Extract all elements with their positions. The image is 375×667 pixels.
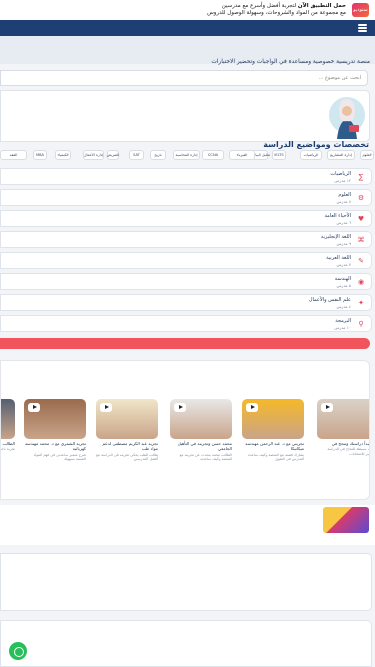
app-banner-bold: حمل التطبيق الآن	[297, 3, 346, 10]
subject-row[interactable]: ⚙ العلوم ٨ مدرس	[0, 189, 372, 206]
app-logo: ستوديو	[352, 3, 369, 17]
video-title: تجربتي مع د. عبد الرحمن مهندسة ميكانيكا	[245, 441, 304, 452]
subject-chip[interactable]: CCNA	[202, 150, 224, 160]
video-description: يشارك قصته مع المنصة وكيف ساعده المدرس ف…	[248, 452, 304, 462]
subject-chip[interactable]: العلوم	[360, 150, 374, 160]
video-card[interactable]: تجربتي مع د. عبد الرحمن مهندسة ميكانيكا ي…	[242, 399, 304, 462]
navbar	[0, 20, 375, 36]
subject-icon: ♥	[357, 215, 365, 223]
search-input[interactable]: ابحث عن موضوع ...	[0, 70, 368, 86]
subject-icon: ⚙	[357, 194, 365, 202]
video-description: تجربة ناجحة ومفيدة للغاية	[1, 447, 15, 452]
video-description: خطوات بسيطة للنجاح في الدراسة والتحضير ل…	[327, 447, 369, 456]
video-title: تجربة الشمري مع د. محمد مهندسة كهربائية	[24, 441, 86, 452]
subject-name: علم النفس والأعمال	[308, 297, 351, 303]
subject-row[interactable]: ∑ الرياضيات ١٢ مدرس	[0, 168, 372, 185]
subject-count: ٥ مدرس	[336, 283, 351, 288]
banner-image	[323, 507, 369, 533]
subject-icon: ⚲	[358, 320, 364, 328]
video-card[interactable]: تجربة الشمري مع د. محمد مهندسة كهربائية ش…	[24, 399, 86, 462]
subject-name: الهندسة	[334, 276, 351, 282]
subject-chip[interactable]: الكيمياء	[55, 150, 71, 160]
subject-count: ٤ مدرس	[336, 304, 351, 309]
secondary-banner	[0, 505, 375, 545]
subject-chip[interactable]: MBA	[33, 150, 47, 160]
video-description: الطالب محمد يتحدث عن تجربته مع المنصة وك…	[179, 452, 232, 462]
video-thumbnail[interactable]	[1, 399, 15, 439]
subject-chips: العلوم إدارة المشاريع الرياضيات IELTS تحليل …	[0, 150, 375, 162]
play-icon[interactable]	[321, 403, 333, 412]
app-banner-line1: لتجربة أفضل وأسرع مع مدرسين	[221, 3, 298, 10]
subject-count: ٩ مدرس	[336, 241, 351, 246]
subjects-section-title: تخصصات ومواضيع الدراسة	[263, 140, 369, 149]
video-title: محمد حسن وتجربته في التأهيل الجامعي	[177, 441, 232, 452]
subject-icon: ✎	[358, 257, 364, 265]
subject-count: ١٢ مدرس	[334, 178, 351, 183]
play-icon[interactable]	[246, 403, 258, 412]
subject-count: ١٠ مدرس	[334, 325, 351, 330]
subject-row[interactable]: ◉ الهندسة ٥ مدرس	[0, 273, 372, 290]
subject-row[interactable]: ⚲ البرمجة ١٠ مدرس	[0, 315, 372, 332]
app-banner-text: حمل التطبيق الآن لتجربة أفضل وأسرع مع مد…	[207, 3, 346, 16]
subject-chip[interactable]: IELTS	[272, 150, 286, 160]
cta-bar[interactable]	[0, 338, 370, 349]
video-title: كيف تبدأ دراستك وتنجح في	[331, 441, 370, 446]
subject-chip[interactable]: SAT	[129, 150, 144, 160]
whatsapp-icon[interactable]	[9, 642, 27, 660]
subject-row[interactable]: ✎ اللغة العربية ٧ مدرس	[0, 252, 372, 269]
subject-row[interactable]: ⌘ اللغة الإنجليزية ٩ مدرس	[0, 231, 372, 248]
subject-chip[interactable]: التمريض	[107, 150, 119, 160]
subject-chip[interactable]: إدارة المشاريع	[327, 150, 355, 160]
subject-name: الأحياء العامة	[324, 213, 351, 219]
video-thumbnail[interactable]	[242, 399, 304, 439]
video-thumbnail[interactable]	[96, 399, 158, 439]
subject-count: ٧ مدرس	[336, 262, 351, 267]
student-illustration	[329, 97, 365, 139]
content-card-2	[0, 620, 372, 667]
subject-icon: ⌘	[357, 236, 365, 244]
subject-chip[interactable]: إدارة الأعمال	[83, 150, 104, 160]
subject-icon: ✦	[358, 299, 364, 307]
subject-row[interactable]: ✦ علم النفس والأعمال ٤ مدرس	[0, 294, 372, 311]
subject-name: اللغة الإنجليزية	[320, 234, 351, 240]
subject-name: البرمجة	[335, 318, 351, 324]
video-thumbnail[interactable]	[317, 399, 369, 439]
hero-subtitle: منصة تدريسية خصوصية ومساعدة في الواجبات …	[211, 59, 370, 65]
play-icon[interactable]	[28, 403, 40, 412]
subject-icon: ∑	[358, 173, 364, 181]
play-icon[interactable]	[100, 403, 112, 412]
subject-icon: ◉	[357, 278, 365, 286]
testimonial-carousel: كيف تبدأ دراستك وتنجح فيخطوات بسيطة للنج…	[0, 360, 370, 500]
content-card	[0, 553, 372, 611]
subject-row[interactable]: ♥ الأحياء العامة ٦ مدرس	[0, 210, 372, 227]
video-title: تجربة عبد الكريم مصطفى لدعم مواد طب	[102, 441, 158, 452]
app-download-banner[interactable]: ستوديو حمل التطبيق الآن لتجربة أفضل وأسر…	[0, 0, 375, 20]
promo-card	[0, 90, 370, 142]
video-card[interactable]: الطالب يشارك تجربته معتجربة ناجحة ومفيدة…	[1, 399, 15, 452]
video-description: طالب الطب يحكي تجربته في الدراسة مع أفضل…	[96, 452, 158, 462]
subject-chip[interactable]: الفقه	[0, 150, 27, 160]
app-banner-line2: مع مجموعة من المواد والشروحات، وسهولة ال…	[207, 10, 346, 16]
video-title: الطالب يشارك تجربته مع	[1, 441, 15, 446]
subject-chip[interactable]: تاريخ	[150, 150, 166, 160]
video-thumbnail[interactable]	[24, 399, 86, 439]
subject-count: ٦ مدرس	[336, 220, 351, 225]
subject-count: ٨ مدرس	[336, 199, 351, 204]
subject-name: الرياضيات	[330, 171, 351, 177]
subject-chip[interactable]: الرياضيات	[300, 150, 322, 160]
video-description: شرح متميز ساعدني في فهم المواد الصعبة بس…	[33, 452, 86, 462]
subject-name: العلوم	[338, 192, 351, 198]
video-card[interactable]: كيف تبدأ دراستك وتنجح فيخطوات بسيطة للنج…	[317, 399, 370, 457]
play-icon[interactable]	[174, 403, 186, 412]
subject-chip[interactable]: الفيزياء	[229, 150, 255, 160]
video-thumbnail[interactable]	[170, 399, 232, 439]
subject-name: اللغة العربية	[326, 255, 351, 261]
video-card[interactable]: محمد حسن وتجربته في التأهيل الجامعي الطال…	[170, 399, 232, 462]
video-card[interactable]: تجربة عبد الكريم مصطفى لدعم مواد طب طالب …	[96, 399, 158, 462]
menu-icon[interactable]	[358, 24, 367, 32]
subject-chip[interactable]: إدارة المحاسبة	[173, 150, 200, 160]
